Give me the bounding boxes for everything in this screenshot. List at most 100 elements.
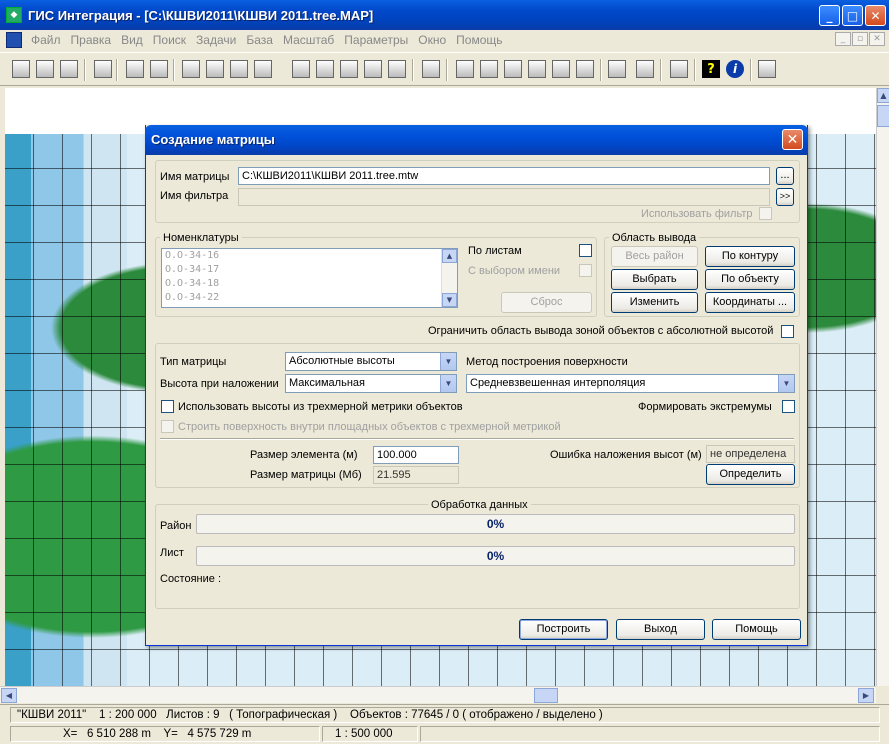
build-button[interactable]: Построить	[519, 619, 608, 640]
lightning-button[interactable]	[420, 57, 442, 81]
zoom-out-button[interactable]	[454, 57, 476, 81]
menu-help[interactable]: Помощь	[451, 33, 507, 47]
overlay-height-select[interactable]: Максимальная ▼	[285, 374, 457, 393]
horizontal-scroll-thumb[interactable]	[534, 688, 558, 703]
menu-file[interactable]: Файл	[26, 33, 66, 47]
chevron-down-icon[interactable]: ▼	[440, 375, 456, 392]
chevron-down-icon[interactable]: ▼	[440, 353, 456, 370]
limit-output-checkbox[interactable]	[781, 325, 794, 338]
select-area-button[interactable]	[204, 57, 226, 81]
by-object-button[interactable]: По объекту	[705, 269, 795, 290]
horizontal-scrollbar[interactable]: ◀ ▶	[0, 686, 876, 703]
context-help-button[interactable]	[756, 57, 778, 81]
by-contour-button[interactable]: По контуру	[705, 246, 795, 267]
coordinates-button[interactable]: Координаты ...	[705, 292, 795, 313]
object-list-button[interactable]	[314, 57, 336, 81]
scroll-down-icon[interactable]: ▼	[442, 293, 457, 307]
whole-area-button[interactable]: Весь район	[611, 246, 698, 267]
vertical-scroll-thumb[interactable]	[877, 105, 889, 127]
mdi-restore-button[interactable]: ▫	[852, 32, 868, 46]
select-contour-icon	[230, 60, 248, 78]
filter-select-button[interactable]: >>	[776, 188, 794, 206]
pan-hand-button[interactable]	[550, 57, 572, 81]
scroll-up-icon[interactable]: ▲	[442, 249, 457, 263]
menu-window[interactable]: Окно	[413, 33, 451, 47]
filter-name-label: Имя фильтра	[160, 190, 229, 202]
open-map-icon	[12, 60, 30, 78]
text-tool-button[interactable]	[606, 57, 628, 81]
chevron-down-icon[interactable]: ▼	[778, 375, 794, 392]
print-button[interactable]	[668, 57, 690, 81]
document-icon[interactable]	[6, 32, 22, 48]
surface-method-select[interactable]: Средневзвешенная интерполяция ▼	[466, 374, 795, 393]
dialog-close-button[interactable]: ✕	[782, 129, 803, 150]
edit-object-button[interactable]	[362, 57, 384, 81]
menu-scale[interactable]: Масштаб	[278, 33, 339, 47]
current-scale: 1 : 500 000	[322, 726, 418, 742]
about-button[interactable]: i	[724, 57, 746, 81]
list-item[interactable]: O.O-34-16	[162, 249, 457, 263]
zoom-fit-button[interactable]	[526, 57, 548, 81]
nomenclature-list[interactable]: O.O-34-16 O.O-34-17 O.O-34-18 O.O-34-22 …	[161, 248, 458, 308]
close-button[interactable]: ✕	[865, 5, 886, 26]
element-size-field[interactable]: 100.000	[373, 446, 459, 464]
window-title: ГИС Интеграция - [C:\КШВИ2011\КШВИ 2011.…	[28, 7, 374, 23]
delete-object-button[interactable]	[386, 57, 408, 81]
scroll-right-icon[interactable]: ▶	[858, 688, 874, 703]
scroll-left-icon[interactable]: ◀	[1, 688, 17, 703]
list-item[interactable]: O.O-34-22	[162, 291, 457, 305]
toolbar: ? i	[0, 52, 889, 86]
form-extremes-checkbox[interactable]	[782, 400, 795, 413]
use-3d-heights-checkbox[interactable]	[161, 400, 174, 413]
reset-button[interactable]: Сброс	[501, 292, 592, 313]
menu-edit[interactable]: Правка	[66, 33, 117, 47]
add-map-button[interactable]	[34, 57, 56, 81]
select-area-button[interactable]: Выбрать	[611, 269, 698, 290]
zoom-1-1-button[interactable]	[502, 57, 524, 81]
maximize-button[interactable]: □	[842, 5, 863, 26]
list-scrollbar[interactable]: ▲ ▼	[441, 249, 457, 307]
browse-button[interactable]: ...	[776, 167, 794, 185]
list-item[interactable]: O.O-34-18	[162, 277, 457, 291]
use-filter-checkbox[interactable]	[759, 207, 772, 220]
legend-button[interactable]	[148, 57, 170, 81]
name-select-checkbox[interactable]	[579, 264, 592, 277]
help-dialog-button[interactable]: Помощь	[712, 619, 801, 640]
menu-parameters[interactable]: Параметры	[339, 33, 413, 47]
select-object-button[interactable]	[180, 57, 202, 81]
mdi-minimize-button[interactable]: _	[835, 32, 851, 46]
mdi-close-button[interactable]: ✕	[869, 32, 885, 46]
build-inside-checkbox[interactable]	[161, 420, 174, 433]
select-contour-button[interactable]	[228, 57, 250, 81]
minimize-button[interactable]: _	[819, 5, 840, 26]
help-button[interactable]: ?	[700, 57, 722, 81]
object-info-button[interactable]	[290, 57, 312, 81]
palette-button[interactable]	[634, 57, 656, 81]
area-progress-label: Район	[160, 520, 192, 532]
scroll-up-icon[interactable]: ▲	[877, 88, 889, 103]
vertical-scrollbar[interactable]: ▲	[876, 88, 889, 686]
new-map-button[interactable]	[58, 57, 80, 81]
list-item[interactable]: O.O-34-17	[162, 263, 457, 277]
exit-button[interactable]: Выход	[616, 619, 705, 640]
matrix-name-field[interactable]: C:\КШВИ2011\КШВИ 2011.tree.mtw	[238, 167, 770, 185]
refresh-button[interactable]	[574, 57, 596, 81]
toolbar-separator	[660, 59, 662, 81]
add-select-button[interactable]	[252, 57, 274, 81]
layers-button[interactable]	[124, 57, 146, 81]
menu-tasks[interactable]: Задачи	[191, 33, 241, 47]
filter-name-field[interactable]	[238, 188, 770, 206]
area-progress-bar: 0%	[196, 514, 795, 534]
map-list-button[interactable]	[92, 57, 114, 81]
grid-button[interactable]	[338, 57, 360, 81]
menu-database[interactable]: База	[241, 33, 278, 47]
change-area-button[interactable]: Изменить	[611, 292, 698, 313]
menu-search[interactable]: Поиск	[148, 33, 191, 47]
menu-view[interactable]: Вид	[116, 33, 148, 47]
matrix-type-select[interactable]: Абсолютные высоты ▼	[285, 352, 457, 371]
zoom-in-button[interactable]	[478, 57, 500, 81]
open-map-button[interactable]	[10, 57, 32, 81]
refresh-icon	[576, 60, 594, 78]
determine-button[interactable]: Определить	[706, 464, 795, 485]
by-sheets-checkbox[interactable]	[579, 244, 592, 257]
